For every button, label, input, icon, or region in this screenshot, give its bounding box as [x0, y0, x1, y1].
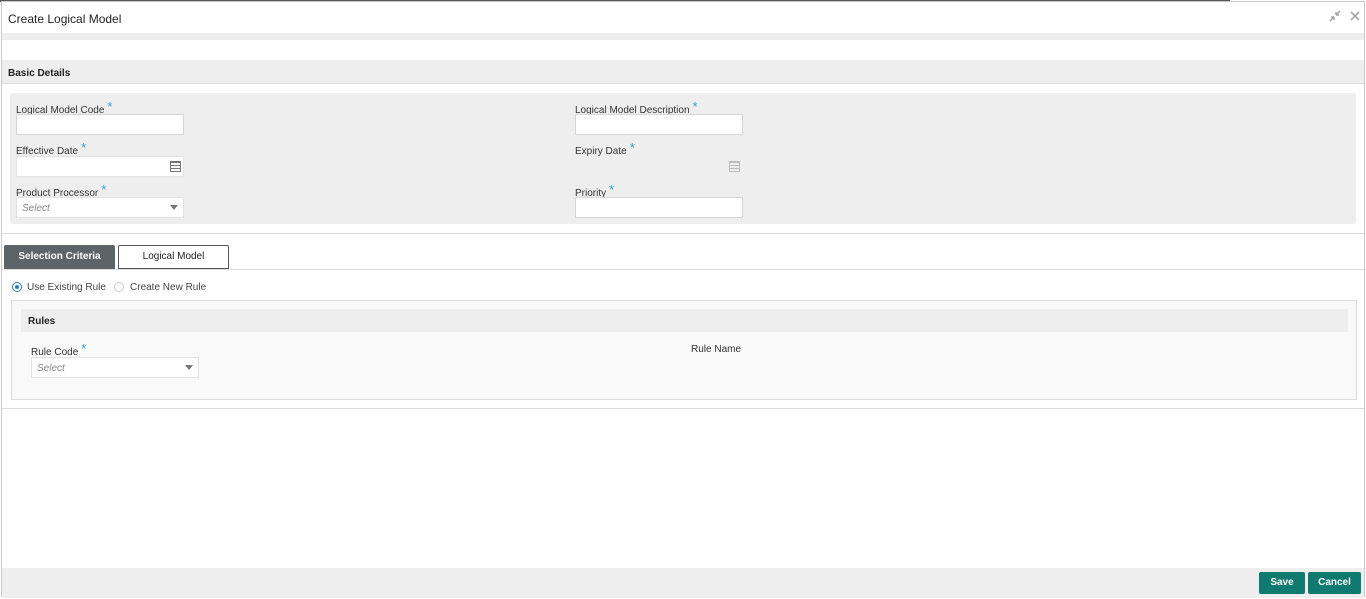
calendar-icon — [729, 161, 740, 172]
dialog-footer — [2, 568, 1364, 598]
expiry-date-label: Expiry Date * — [575, 140, 635, 157]
required-marker: * — [629, 140, 635, 155]
expiry-date-input — [575, 156, 743, 177]
use-existing-rule-label[interactable]: Use Existing Rule — [27, 282, 106, 293]
create-new-rule-radio[interactable] — [114, 282, 124, 292]
priority-input[interactable] — [575, 197, 743, 218]
create-new-rule-label[interactable]: Create New Rule — [130, 282, 206, 293]
calendar-icon[interactable] — [170, 161, 181, 172]
tab-logical-model[interactable]: Logical Model — [118, 245, 229, 269]
rules-title: Rules — [28, 316, 56, 327]
basic-details-panel: Logical Model Code * Effective Date * Prod… — [10, 93, 1356, 224]
restore-icon[interactable] — [1328, 9, 1342, 23]
close-icon-svg — [1350, 11, 1360, 21]
close-icon[interactable] — [1348, 9, 1362, 23]
rule-code-label: Rule Code * — [31, 341, 87, 358]
tab-selection-criteria[interactable]: Selection Criteria — [4, 245, 115, 269]
logical-model-code-input[interactable] — [16, 114, 184, 135]
rule-code-select[interactable]: Select — [31, 357, 199, 378]
save-button[interactable]: Save — [1259, 572, 1305, 594]
use-existing-rule-radio[interactable] — [12, 282, 22, 292]
restore-icon-svg — [1329, 10, 1341, 22]
logical-model-description-input[interactable] — [575, 114, 743, 135]
effective-date-label: Effective Date * — [16, 140, 87, 157]
chevron-down-icon — [185, 365, 193, 370]
required-marker: * — [692, 99, 698, 114]
cancel-button[interactable]: Cancel — [1308, 572, 1361, 594]
dialog-titlebar: Create Logical Model — [2, 2, 1364, 34]
basic-details-header: Basic Details — [2, 60, 1364, 84]
required-marker: * — [81, 341, 87, 356]
spacer-strip — [2, 33, 1364, 40]
dialog-title: Create Logical Model — [8, 12, 122, 26]
required-marker: * — [107, 99, 113, 114]
rule-name-label: Rule Name — [691, 344, 742, 355]
content-divider — [2, 408, 1364, 409]
required-marker: * — [609, 182, 615, 197]
rules-panel: Rules Rule Code * Select Rule Name — [11, 300, 1357, 400]
tab-divider — [2, 269, 1364, 270]
product-processor-placeholder: Select — [22, 203, 50, 214]
required-marker: * — [101, 182, 107, 197]
effective-date-input[interactable] — [16, 156, 184, 177]
product-processor-select[interactable]: Select — [16, 197, 184, 218]
spacer-row — [2, 40, 1364, 61]
chevron-down-icon — [170, 205, 178, 210]
create-logical-model-dialog: Create Logical Model Basic Details Logic… — [1, 1, 1365, 598]
required-marker: * — [81, 140, 87, 155]
rules-header: Rules — [21, 309, 1348, 332]
basic-details-title: Basic Details — [8, 68, 71, 79]
rule-code-placeholder: Select — [37, 363, 65, 374]
